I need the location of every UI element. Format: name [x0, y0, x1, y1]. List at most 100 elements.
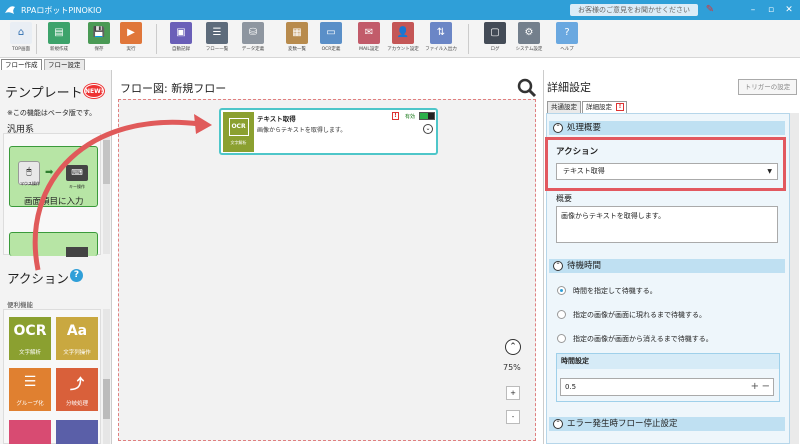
warning-icon: !: [392, 112, 399, 120]
toolbar-button-3[interactable]: ▶ 実行: [114, 22, 148, 56]
toolbar-button-2[interactable]: 💾 保存: [82, 22, 116, 56]
collapse-icon[interactable]: ⌃: [505, 339, 521, 355]
toolbar-label: 保存: [94, 47, 104, 52]
trigger-settings-button[interactable]: トリガーの設定: [738, 79, 797, 95]
new-doc-icon: ▤: [48, 22, 70, 44]
toolbar-button-9[interactable]: ✉ MAIL設定: [352, 22, 386, 56]
account-icon: 👤: [392, 22, 414, 44]
toolbar-button-6[interactable]: ⛁ データ定義: [236, 22, 270, 56]
action-card-more-1[interactable]: [9, 420, 51, 444]
template-card-next[interactable]: [9, 232, 98, 257]
minimize-button[interactable]: –: [745, 3, 761, 17]
action-title: アクション: [7, 271, 69, 286]
ocr-icon: OCR 文字解析: [223, 112, 254, 152]
ribbon-toolbar: ⌂ TOP画面 ▤ 新規作成 💾 保存 ▶ 実行 ▣ 自動記録 ☰ フロー一覧 ⛁ データ定義 ▦ 変数一覧 ▭…: [0, 20, 800, 58]
record-icon: ▣: [170, 22, 192, 44]
new-badge: NEW!: [84, 84, 104, 98]
section-error-stop[interactable]: エラー発生時フロー停止設定: [549, 417, 785, 431]
toolbar-label: ファイル入出力: [425, 47, 457, 52]
toolbar-label: MAIL設定: [359, 47, 379, 52]
radio-wait-time[interactable]: [557, 286, 566, 295]
feedback-link[interactable]: お客様のご意見をお聞かせください: [570, 4, 698, 16]
node-name: テキスト取得: [257, 115, 296, 123]
feedback-icon[interactable]: ✎: [700, 3, 720, 17]
toolbar-label: フロー一覧: [205, 47, 229, 52]
enable-toggle[interactable]: [419, 112, 435, 120]
increment-button[interactable]: +: [751, 379, 759, 395]
toolbar-button-1[interactable]: ▤ 新規作成: [42, 22, 76, 56]
keyboard-icon: ⌨: [66, 165, 88, 181]
node-desc: 画像からテキストを取得します。: [257, 127, 347, 134]
toolbar-separator: [36, 24, 37, 54]
section-process-summary[interactable]: 処理概要: [549, 121, 785, 135]
template-card-label: 画面項目に入力: [24, 197, 84, 207]
action-group-label: 便利機能: [7, 301, 33, 309]
tab-flow-create[interactable]: フロー作成: [1, 59, 42, 70]
action-card-label: 分岐処理: [65, 401, 88, 407]
log-icon: ▢: [484, 22, 506, 44]
ocr-icon: ▭: [320, 22, 342, 44]
toolbar-label: データ定義: [241, 47, 265, 52]
box-icon: ▦: [286, 22, 308, 44]
toolbar-button-14[interactable]: ? ヘルプ: [550, 22, 584, 56]
node-icon-sub: 文字解析: [230, 140, 247, 145]
close-button[interactable]: ✕: [781, 3, 797, 17]
play-icon: ▶: [120, 22, 142, 44]
action-card-more-2[interactable]: [56, 420, 98, 444]
action-select[interactable]: テキスト取得 ▼: [556, 163, 778, 180]
list-icon: ☰: [206, 22, 228, 44]
toolbar-button-13[interactable]: ⚙ システム設定: [512, 22, 546, 56]
radio-label-wait-appear: 指定の画像が画面に現れるまで待機する。: [573, 311, 706, 319]
toolbar-button-7[interactable]: ▦ 変数一覧: [280, 22, 314, 56]
action-card-0[interactable]: OCR 文字解析: [9, 317, 51, 360]
flow-node-text-extract[interactable]: OCR 文字解析 テキスト取得 画像からテキストを取得します。 ! 有効 ⌄: [219, 108, 438, 155]
action-card-3[interactable]: ⤴ 分岐処理: [56, 368, 98, 411]
template-card-input[interactable]: 🖱 マウス操作 ➡ ⌨ キー操作 画面項目に入力: [9, 146, 98, 207]
radio-label-wait-disappear: 指定の画像が画面から消えるまで待機する。: [573, 335, 713, 343]
left-tabs: フロー作成 フロー設定: [0, 58, 110, 70]
toolbar-button-11[interactable]: ⇅ ファイル入出力: [424, 22, 458, 56]
toolbar-button-12[interactable]: ▢ ログ: [478, 22, 512, 56]
toolbar-label: ログ: [490, 47, 500, 52]
help-icon[interactable]: ?: [70, 269, 83, 282]
toolbar-label: 変数一覧: [288, 47, 306, 52]
tab-detail-settings[interactable]: 詳細設定 !: [582, 101, 627, 113]
tab-common-settings[interactable]: 共通設定: [547, 101, 581, 113]
zoom-in-button[interactable]: +: [506, 386, 520, 400]
summary-textarea[interactable]: 画像からテキストを取得します。: [556, 206, 778, 243]
toolbar-separator: [468, 24, 469, 54]
maximize-button[interactable]: ▫: [763, 3, 779, 17]
dropdown-arrow-icon: ▼: [767, 168, 772, 175]
toolbar-button-10[interactable]: 👤 アカウント設定: [386, 22, 420, 56]
action-card-1[interactable]: Aa 文字列操作: [56, 317, 98, 360]
chevron-down-icon[interactable]: ⌄: [423, 124, 433, 134]
decrement-button[interactable]: −: [762, 379, 770, 395]
chevron-up-icon[interactable]: ⌃: [553, 419, 563, 429]
action-scrollbar[interactable]: [103, 309, 110, 444]
toolbar-button-4[interactable]: ▣ 自動記録: [164, 22, 198, 56]
help-icon: ?: [556, 22, 578, 44]
section-wait-time[interactable]: 待機時間: [549, 259, 785, 273]
time-input[interactable]: 0.5 + −: [560, 378, 774, 396]
chevron-up-icon[interactable]: ⌃: [553, 123, 563, 133]
toolbar-button-0[interactable]: ⌂ TOP画面: [4, 22, 38, 56]
radio-wait-disappear[interactable]: [557, 334, 566, 343]
node-status: 有効: [405, 114, 416, 120]
toolbar-button-5[interactable]: ☰ フロー一覧: [200, 22, 234, 56]
warning-icon: !: [616, 103, 624, 111]
beta-note: ※この機能はベータ版です。: [7, 109, 97, 117]
template-scrollbar[interactable]: [103, 134, 110, 254]
zoom-out-button[interactable]: -: [506, 410, 520, 424]
mail-icon: ✉: [358, 22, 380, 44]
chevron-up-icon[interactable]: ⌃: [553, 261, 563, 271]
toolbar-label: ヘルプ: [560, 47, 574, 52]
title-bar: RPAロボットPINOKIO お客様のご意見をお聞かせください ✎ – ▫ ✕: [0, 0, 800, 20]
detail-scrollbar[interactable]: [790, 113, 799, 444]
search-icon[interactable]: [517, 78, 537, 98]
top-screen-icon: ⌂: [10, 22, 32, 44]
action-card-2[interactable]: ☰ グループ化: [9, 368, 51, 411]
toolbar-button-8[interactable]: ▭ OCR定義: [314, 22, 348, 56]
action-card-label: 文字列操作: [63, 350, 91, 356]
radio-wait-appear[interactable]: [557, 310, 566, 319]
tab-flow-settings[interactable]: フロー設定: [44, 59, 85, 70]
